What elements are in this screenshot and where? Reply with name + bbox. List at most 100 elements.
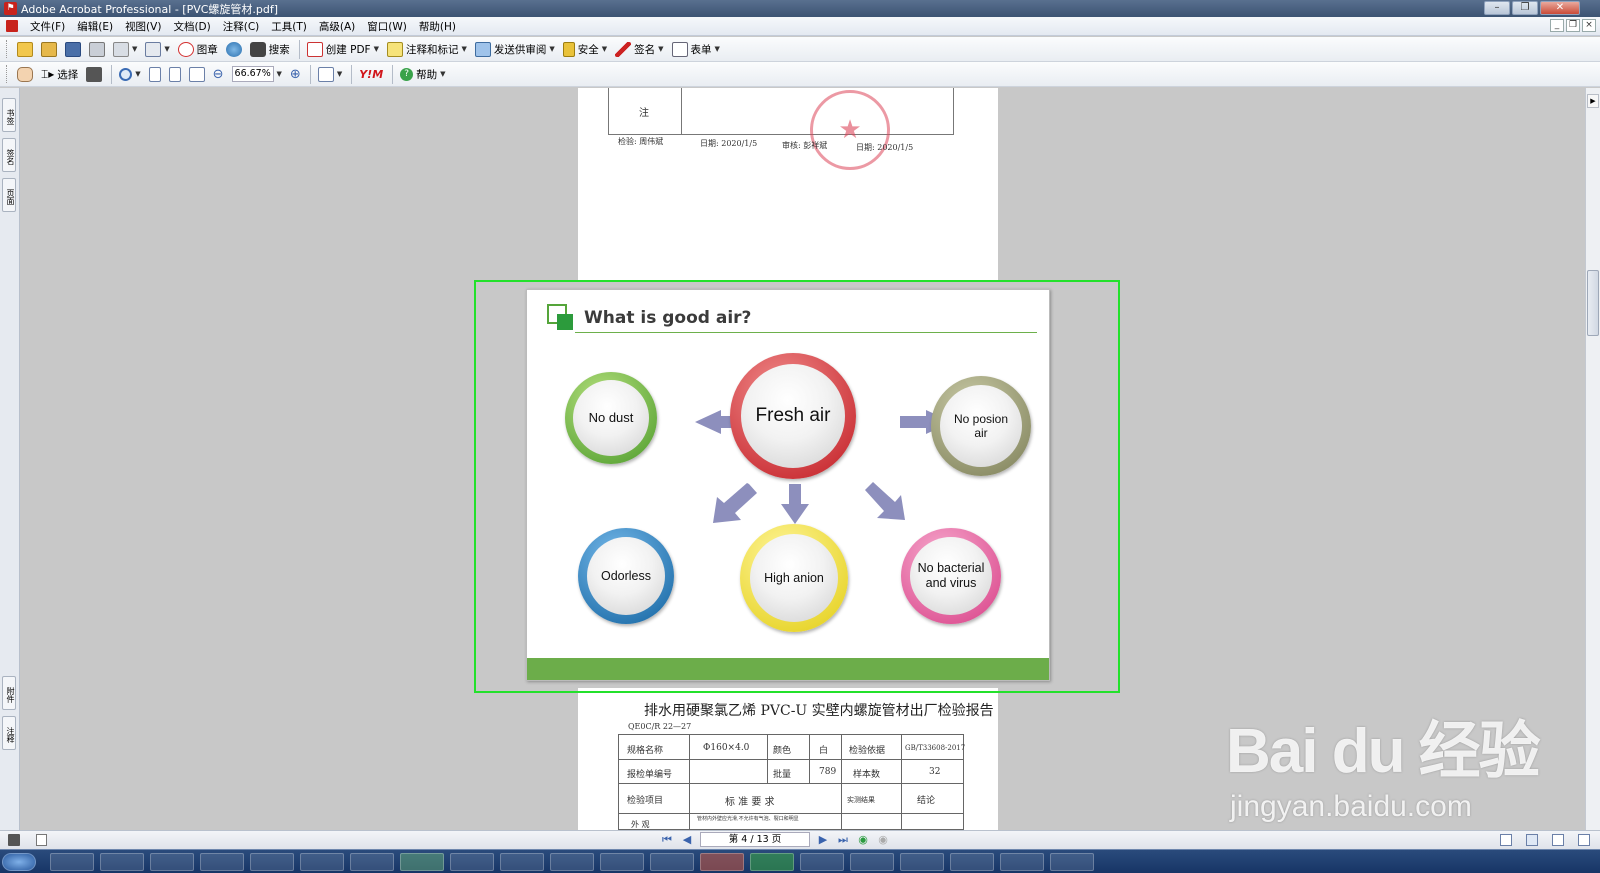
print-icon [89,41,105,57]
zoom-input[interactable]: 66.67% [231,66,274,82]
rotate-button[interactable]: ▼ [315,64,345,84]
select-tool-button[interactable]: ⌶▸ 选择 [38,64,81,84]
single-page-icon[interactable] [1500,834,1512,846]
snapshot-button[interactable] [83,64,105,84]
toolbar-grip[interactable] [6,40,9,58]
taskbar-button[interactable] [200,853,244,871]
facing-icon[interactable] [1552,834,1564,846]
taskbar-button[interactable] [750,853,794,871]
menu-bar: 文件(F) 编辑(E) 视图(V) 文档(D) 注释(C) 工具(T) 高级(A… [0,17,1600,36]
tab-signatures[interactable]: 签名 [2,138,16,172]
menu-view[interactable]: 视图(V) [119,19,167,34]
page-arrow-right-icon[interactable]: ▶ [1587,94,1599,108]
zoom-out-button[interactable]: ⊖ [210,64,227,84]
save-button[interactable] [62,39,84,59]
attach-button[interactable]: ▼ [142,39,172,59]
create-pdf-button[interactable]: 创建 PDF ▼ [304,39,382,59]
next-view-icon[interactable]: ◉ [876,833,890,847]
red-seal-stamp: ★ [810,90,890,170]
minimize-button[interactable]: – [1484,1,1510,15]
scroll-thumb[interactable] [1587,270,1599,336]
maximize-button[interactable]: ❐ [1512,1,1538,15]
fit-page-button[interactable] [166,64,184,84]
taskbar-button[interactable] [400,853,444,871]
taskbar-button[interactable] [800,853,844,871]
previous-view-icon[interactable]: ◉ [856,833,870,847]
menu-tools[interactable]: 工具(T) [265,19,313,34]
taskbar-button[interactable] [1050,853,1094,871]
first-page-icon[interactable]: ⏮ [660,833,674,847]
youdao-button[interactable]: Y!M [356,64,386,84]
taskbar-button[interactable] [50,853,94,871]
table-divider [767,735,768,783]
send-review-button[interactable]: 发送供审阅 ▼ [472,39,558,59]
zoom-in-button[interactable]: ⊕ [287,64,304,84]
hand-tool-button[interactable] [14,64,36,84]
slide-image[interactable]: What is good air? No dust Fresh air No p… [526,289,1050,681]
table-cell: 32 [929,767,941,777]
forms-button[interactable]: 表单 ▼ [669,39,723,59]
previous-page-icon[interactable]: ◀ [680,833,694,847]
fit-width-button[interactable] [186,64,208,84]
organizer-button[interactable] [38,39,60,59]
menu-comments[interactable]: 注释(C) [217,19,266,34]
search-button[interactable]: 搜索 [247,39,293,59]
tab-pages[interactable]: 页面 [2,178,16,212]
stamp-button[interactable]: 图章 [175,39,221,59]
taskbar-button[interactable] [450,853,494,871]
menu-file[interactable]: 文件(F) [24,19,71,34]
menu-advanced[interactable]: 高级(A) [313,19,361,34]
actual-size-button[interactable] [146,64,164,84]
sign-button[interactable]: 签名 ▼ [612,39,666,59]
start-button[interactable] [2,853,36,871]
panel-toggle-icon[interactable] [8,834,20,846]
menu-help[interactable]: 帮助(H) [413,19,462,34]
taskbar-button[interactable] [350,853,394,871]
acrobat-app-icon: ⚑ [4,2,17,15]
zoom-level[interactable]: 66.67% ▼ [229,64,285,84]
last-page-icon[interactable]: ⏭ [836,833,850,847]
comment-markup-button[interactable]: 注释和标记 ▼ [384,39,470,59]
tab-comments[interactable]: 注释 [2,716,16,750]
taskbar-button[interactable] [700,853,744,871]
security-button[interactable]: 安全 ▼ [560,39,610,59]
doc-restore-button[interactable]: ❐ [1566,19,1580,32]
taskbar-button[interactable] [100,853,144,871]
cursor-icon: ⌶▸ [41,66,55,81]
send-review-label: 发送供审阅 [493,43,547,56]
menu-edit[interactable]: 编辑(E) [71,19,119,34]
taskbar-button[interactable] [300,853,344,871]
continuous-facing-icon[interactable] [1578,834,1590,846]
close-button[interactable]: ✕ [1540,1,1580,15]
page-size-icon[interactable] [36,834,47,846]
menu-document[interactable]: 文档(D) [167,19,216,34]
email-button[interactable]: ▼ [110,39,140,59]
tab-bookmarks[interactable]: 书签 [2,98,16,132]
taskbar-button[interactable] [650,853,694,871]
menu-window[interactable]: 窗口(W) [361,19,413,34]
open-button[interactable] [14,39,36,59]
continuous-icon[interactable] [1526,834,1538,846]
dropdown-arrow-icon: ▼ [658,45,664,53]
zoom-tool-button[interactable]: ▼ [116,64,143,84]
help-button[interactable]: ? 帮助 ▼ [397,64,448,84]
vertical-scrollbar[interactable]: ▶ [1585,88,1600,830]
page-number-field[interactable]: 第 4 / 13 页 [700,832,810,847]
print-button[interactable] [86,39,108,59]
taskbar-button[interactable] [500,853,544,871]
taskbar-button[interactable] [900,853,944,871]
taskbar-button[interactable] [1000,853,1044,871]
taskbar-button[interactable] [850,853,894,871]
globe-button[interactable] [223,39,245,59]
taskbar-button[interactable] [550,853,594,871]
document-icon[interactable] [6,20,18,32]
doc-close-button[interactable]: × [1582,19,1596,32]
taskbar-button[interactable] [250,853,294,871]
toolbar-grip[interactable] [6,65,9,83]
taskbar-button[interactable] [150,853,194,871]
taskbar-button[interactable] [950,853,994,871]
doc-minimize-button[interactable]: _ [1550,19,1564,32]
next-page-icon[interactable]: ▶ [816,833,830,847]
taskbar-button[interactable] [600,853,644,871]
tab-attachments[interactable]: 附件 [2,676,16,710]
